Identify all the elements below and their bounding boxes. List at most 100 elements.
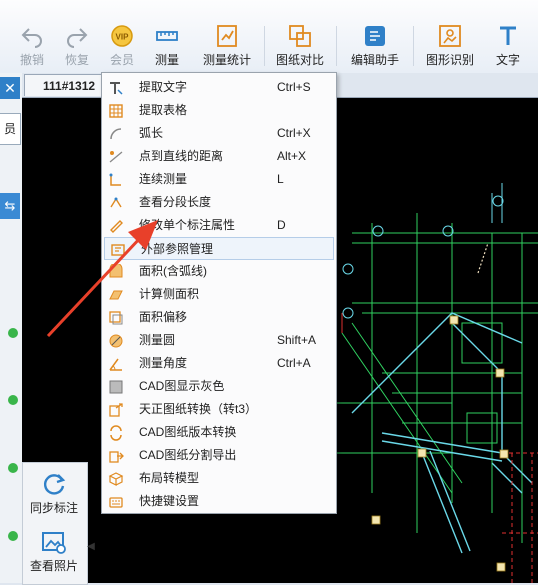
refresh-icon	[43, 474, 66, 495]
menu-item-tangent-convert[interactable]: 天正图纸转换（转t3）	[103, 398, 335, 421]
menu-item-label: CAD图显示灰色	[139, 379, 225, 393]
menu-item-shortcut: Ctrl+X	[277, 126, 311, 140]
undo-label: 撤销	[19, 53, 44, 67]
undo-button[interactable]: 撤销	[10, 22, 54, 70]
vip-button[interactable]: VIP 会员	[100, 22, 144, 70]
text-label: 文字	[495, 53, 520, 67]
close-icon[interactable]: ✕	[0, 77, 20, 99]
measure-stats-label: 测量统计	[202, 53, 251, 67]
area-offset-icon	[109, 311, 123, 325]
menu-item-split-export[interactable]: CAD图纸分割导出	[103, 444, 335, 467]
status-dot	[8, 328, 18, 338]
shape-recognize-button[interactable]: 图形识别	[422, 22, 478, 70]
collapse-icon[interactable]: ◀	[86, 540, 96, 554]
status-dot	[8, 531, 18, 541]
shortcut-settings-icon	[109, 497, 123, 508]
drawing-compare-icon	[289, 25, 311, 47]
measure-circle-icon	[109, 334, 123, 348]
menu-item-label: 计算侧面积	[139, 287, 200, 301]
vip-label: 会员	[109, 53, 134, 67]
document-tab[interactable]: 111#1312	[24, 74, 104, 96]
status-dot	[8, 463, 18, 473]
menu-item-label: 测量角度	[139, 356, 188, 370]
menu-item-measure-circle[interactable]: 测量圆 Shift+A	[103, 329, 335, 352]
edit-assistant-button[interactable]: 编辑助手	[347, 22, 403, 70]
menu-item-area-arc[interactable]: 面积(含弧线)	[103, 260, 335, 283]
menu-item-shortcut: Ctrl+A	[277, 356, 311, 370]
drawing-compare-button[interactable]: 图纸对比	[273, 22, 327, 70]
menu-item-label: 测量圆	[139, 333, 176, 347]
measure-label: 测量	[154, 53, 179, 67]
redo-button[interactable]: 恢复	[55, 22, 99, 70]
sync-icon[interactable]: ⇆	[0, 193, 20, 219]
menu-item-continuous-measure[interactable]: 连续测量 L	[103, 168, 335, 191]
menu-item-layout-to-model[interactable]: 布局转模型	[103, 467, 335, 490]
vip-icon: VIP	[111, 25, 133, 47]
undo-icon	[21, 28, 42, 48]
extract-table-icon	[109, 104, 123, 118]
menu-item-extract-table[interactable]: 提取表格	[103, 99, 335, 122]
layout-to-model-icon	[108, 472, 124, 486]
menu-item-label: 面积偏移	[139, 310, 188, 324]
menu-item-xref-manage[interactable]: 外部参照管理	[104, 237, 334, 260]
redo-label: 恢复	[64, 53, 89, 67]
left-panel: ✕ 员 ⇆	[0, 73, 23, 583]
status-dot	[8, 395, 18, 405]
menu-item-label: 天正图纸转换（转t3）	[139, 402, 258, 416]
edit-assistant-icon	[365, 26, 385, 46]
menu-item-gray-display[interactable]: CAD图显示灰色	[103, 375, 335, 398]
arc-length-icon	[110, 128, 122, 140]
menu-item-label: 提取文字	[139, 80, 188, 94]
menu-item-label: 点到直线的距离	[139, 149, 224, 163]
menu-item-label: 提取表格	[139, 103, 188, 117]
segment-length-icon	[110, 197, 122, 208]
menu-item-shortcut: Ctrl+S	[277, 80, 311, 94]
side-area-icon	[109, 290, 123, 300]
svg-text:VIP: VIP	[116, 33, 130, 42]
menu-item-shortcut: D	[277, 218, 286, 232]
menu-item-shortcut-settings[interactable]: 快捷键设置	[103, 490, 335, 513]
edit-assistant-label: 编辑助手	[350, 53, 399, 67]
menu-item-area-offset[interactable]: 面积偏移	[103, 306, 335, 329]
version-convert-icon	[110, 425, 122, 441]
context-menu: 提取文字 Ctrl+S 提取表格弧长 Ctrl+X 点到直线的距离 Alt+X 连续测量 L 查…	[101, 72, 337, 514]
menu-item-label: 外部参照管理	[141, 242, 214, 256]
text-button[interactable]: 文字	[486, 22, 530, 70]
split-export-icon	[109, 451, 124, 463]
point-line-distance-icon	[109, 151, 123, 163]
sync-annotation-button[interactable]: 同步标注	[23, 465, 85, 521]
sync-annotation-label: 同步标注	[29, 501, 78, 515]
shape-recognize-label: 图形识别	[425, 53, 474, 67]
measure-stats-icon	[217, 25, 237, 47]
member-tab[interactable]: 员	[0, 113, 21, 145]
view-photos-button[interactable]: 查看照片	[23, 523, 85, 579]
menu-item-shortcut: L	[277, 172, 284, 186]
measure-stats-button[interactable]: 测量统计	[200, 22, 254, 70]
view-photos-label: 查看照片	[29, 559, 78, 573]
text-icon	[500, 26, 516, 45]
menu-item-label: 查看分段长度	[139, 195, 212, 209]
menu-item-edit-annotation[interactable]: 修改单个标注属性 D	[103, 214, 335, 237]
measure-angle-icon	[109, 358, 122, 371]
menu-item-side-area[interactable]: 计算侧面积	[103, 283, 335, 306]
measure-button[interactable]: 测量	[145, 22, 189, 70]
toolbar-divider	[336, 26, 337, 66]
menu-item-arc-length[interactable]: 弧长 Ctrl+X	[103, 122, 335, 145]
continuous-measure-icon	[109, 173, 121, 186]
menu-item-version-convert[interactable]: CAD图纸版本转换	[103, 421, 335, 444]
menu-item-measure-angle[interactable]: 测量角度 Ctrl+A	[103, 352, 335, 375]
menu-item-shortcut: Alt+X	[277, 149, 307, 163]
toolbar-divider	[264, 26, 265, 66]
menu-item-segment-length[interactable]: 查看分段长度	[103, 191, 335, 214]
menu-item-label: 弧长	[139, 126, 164, 140]
menu-item-extract-text[interactable]: 提取文字 Ctrl+S	[103, 76, 335, 99]
measure-icon	[156, 31, 178, 41]
area-arc-icon	[109, 264, 123, 278]
menu-item-point-line-distance[interactable]: 点到直线的距离 Alt+X	[103, 145, 335, 168]
photo-icon	[42, 532, 66, 554]
menu-item-label: 面积(含弧线)	[139, 264, 207, 278]
shape-recognize-icon	[439, 25, 461, 47]
gray-display-icon	[109, 380, 123, 394]
menu-item-label: 修改单个标注属性	[139, 218, 236, 232]
menu-item-label: 快捷键设置	[139, 494, 200, 508]
